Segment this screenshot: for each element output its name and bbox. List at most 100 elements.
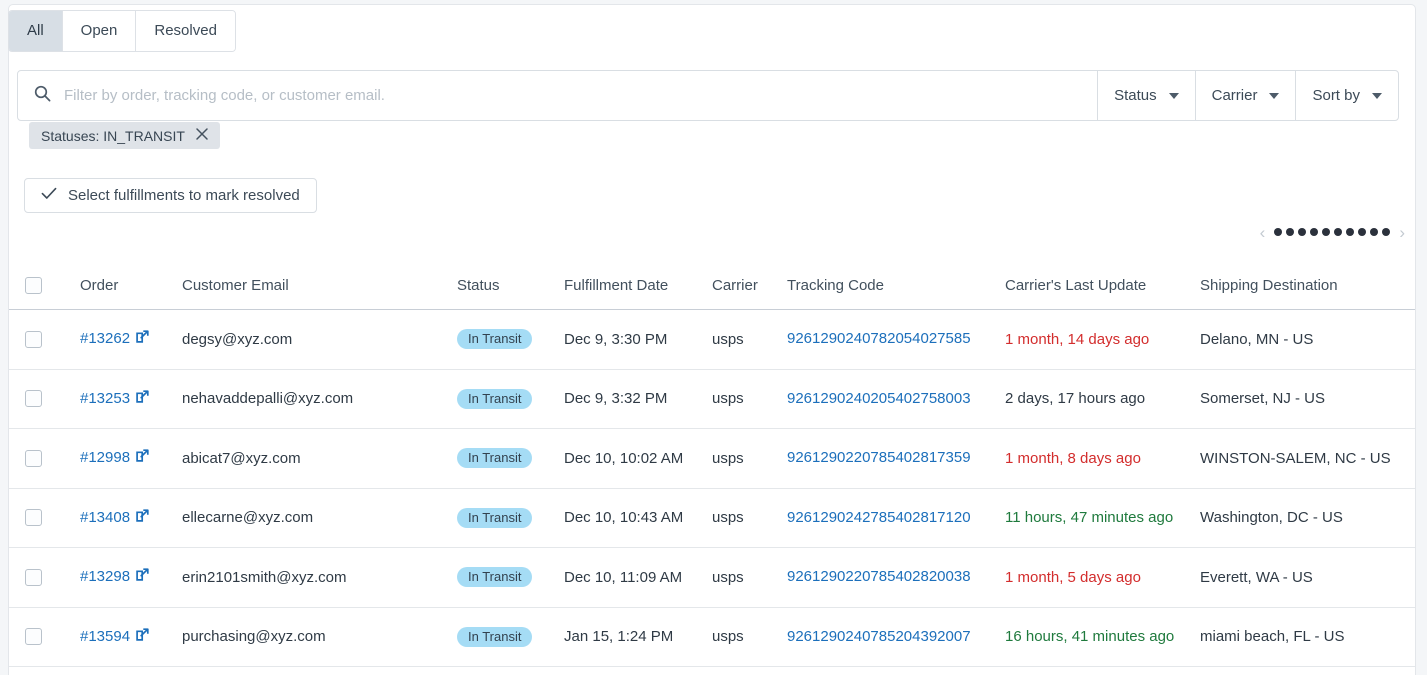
tracking-code-cell: 9261290240205402758003 — [787, 390, 1005, 408]
carriers-last-update-cell: 2 days, 17 hours ago — [1005, 390, 1146, 408]
carrier-cell: usps — [712, 449, 744, 467]
filter-bar: Status Carrier Sort by — [17, 70, 1399, 121]
column-header-tracking-code[interactable]: Tracking Code — [787, 277, 1005, 294]
order-link[interactable]: #13408 — [80, 509, 149, 526]
pagination-dot[interactable] — [1382, 228, 1391, 236]
pagination-dot[interactable] — [1286, 228, 1295, 236]
status-cell: In Transit — [457, 448, 564, 469]
row-select-checkbox[interactable] — [25, 509, 42, 527]
active-filter-chip-label: Statuses: IN_TRANSIT — [41, 127, 185, 144]
status-cell: In Transit — [457, 507, 564, 528]
order-number: #13594 — [80, 627, 131, 645]
status-badge: In Transit — [457, 507, 533, 528]
row-select-cell — [9, 449, 80, 467]
status-filter-dropdown[interactable]: Status — [1097, 71, 1195, 120]
carriers-last-update-cell: 1 month, 14 days ago — [1005, 330, 1150, 348]
chevron-down-icon — [1372, 92, 1382, 99]
fulfillment-date-cell: Dec 9, 3:30 PM — [564, 330, 668, 348]
tracking-code-link[interactable]: 9261290240205402758003 — [787, 390, 971, 407]
row-select-cell — [9, 628, 80, 646]
check-icon — [41, 186, 57, 205]
column-header-order[interactable]: Order — [80, 277, 182, 294]
order-link[interactable]: #13253 — [80, 390, 149, 407]
order-link[interactable]: #13298 — [80, 568, 149, 585]
tab-open[interactable]: Open — [62, 11, 137, 51]
column-header-shipping-destination[interactable]: Shipping Destination — [1200, 277, 1415, 294]
pagination-dot[interactable] — [1370, 228, 1379, 236]
carrier-filter-label: Carrier — [1211, 87, 1258, 104]
order-link[interactable]: #12998 — [80, 449, 149, 466]
customer-email-cell: nehavaddepalli@xyz.com — [182, 390, 354, 408]
table-header-row: Order Customer Email Status Fulfillment … — [9, 262, 1415, 310]
fulfillment-date-cell: Dec 9, 3:32 PM — [564, 390, 668, 408]
pagination-dot[interactable] — [1346, 228, 1355, 236]
pagination-dot[interactable] — [1358, 228, 1367, 236]
tracking-code-link[interactable]: 9261290220785402817359 — [787, 449, 971, 466]
table-row[interactable]: #13298 erin2101smith@xyz.com In Transit Dec… — [9, 548, 1415, 608]
select-all-checkbox[interactable] — [25, 277, 42, 294]
table-row[interactable]: #13594 purchasing@xyz.com In Transit Jan 15… — [9, 608, 1415, 667]
status-cell: In Transit — [457, 626, 564, 647]
customer-email-cell: purchasing@xyz.com — [182, 628, 326, 646]
carrier-cell: usps — [712, 628, 744, 646]
order-cell: #13594 — [80, 628, 182, 646]
carrier-cell: usps — [712, 509, 744, 527]
status-cell: In Transit — [457, 388, 564, 409]
row-select-cell — [9, 509, 80, 527]
column-header-carriers-last-update[interactable]: Carrier's Last Update — [1005, 277, 1200, 294]
row-select-checkbox[interactable] — [25, 330, 42, 348]
carrier-filter-dropdown[interactable]: Carrier — [1194, 71, 1296, 120]
status-badge: In Transit — [457, 567, 533, 588]
row-select-checkbox[interactable] — [25, 449, 42, 467]
column-header-status[interactable]: Status — [457, 277, 564, 294]
status-badge: In Transit — [457, 626, 533, 647]
chevron-left-icon[interactable]: ‹ — [1258, 224, 1268, 241]
column-header-fulfillment-date[interactable]: Fulfillment Date — [564, 277, 712, 294]
carriers-last-update-cell: 16 hours, 41 minutes ago — [1005, 628, 1175, 646]
search-field[interactable] — [18, 71, 1098, 120]
order-number: #12998 — [80, 449, 131, 467]
order-link[interactable]: #13594 — [80, 628, 149, 645]
tab-all[interactable]: All — [9, 11, 63, 51]
carriers-last-update-cell: 11 hours, 47 minutes ago — [1005, 509, 1174, 527]
sort-by-dropdown[interactable]: Sort by — [1295, 71, 1398, 120]
order-cell: #13262 — [80, 330, 182, 348]
column-header-carrier[interactable]: Carrier — [712, 277, 787, 294]
tab-resolved[interactable]: Resolved — [136, 11, 235, 51]
fulfillments-table: Order Customer Email Status Fulfillment … — [9, 262, 1415, 667]
row-select-checkbox[interactable] — [25, 568, 42, 586]
shipping-destination-cell: miami beach, FL - US — [1200, 628, 1345, 646]
table-row[interactable]: #13253 nehavaddepalli@xyz.com In Transit De… — [9, 370, 1415, 429]
external-link-icon — [136, 390, 149, 407]
pagination-dot[interactable] — [1310, 228, 1319, 236]
shipping-destination-cell: Washington, DC - US — [1200, 509, 1343, 527]
tracking-code-link[interactable]: 9261290220785402820038 — [787, 568, 971, 585]
fulfillments-page: AllOpenResolved Status Carrier Sort by — [0, 0, 1427, 675]
chevron-down-icon — [1269, 92, 1280, 99]
tracking-code-link[interactable]: 9261290240782054027585 — [787, 330, 971, 347]
pagination-dot[interactable] — [1322, 228, 1331, 236]
tracking-code-link[interactable]: 9261290240785204392007 — [787, 628, 971, 645]
select-fulfillments-label: Select fulfillments to mark resolved — [68, 187, 300, 204]
select-fulfillments-button[interactable]: Select fulfillments to mark resolved — [24, 178, 317, 213]
external-link-icon — [136, 628, 149, 645]
pagination-dot[interactable] — [1298, 228, 1307, 236]
table-row[interactable]: #13408 ellecarne@xyz.com In Transit Dec 10,… — [9, 489, 1415, 548]
fulfillment-date-cell: Dec 10, 11:09 AM — [564, 568, 683, 586]
tracking-code-link[interactable]: 9261290242785402817120 — [787, 509, 971, 526]
column-header-customer-email[interactable]: Customer Email — [182, 277, 457, 294]
search-input[interactable] — [62, 86, 1098, 105]
row-select-checkbox[interactable] — [25, 390, 42, 408]
pagination-dot[interactable] — [1334, 228, 1343, 236]
chevron-right-icon[interactable]: › — [1397, 224, 1407, 241]
search-icon — [34, 85, 51, 107]
order-cell: #13298 — [80, 568, 182, 586]
table-row[interactable]: #13262 degsy@xyz.com In Transit Dec 9, 3:30… — [9, 310, 1415, 370]
row-select-cell — [9, 330, 80, 348]
table-row[interactable]: #12998 abicat7@xyz.com In Transit Dec 10, 1… — [9, 429, 1415, 489]
fulfillment-date-cell: Dec 10, 10:43 AM — [564, 509, 684, 527]
order-link[interactable]: #13262 — [80, 330, 149, 347]
row-select-checkbox[interactable] — [25, 628, 42, 646]
close-icon[interactable] — [195, 127, 209, 144]
pagination-dot[interactable] — [1274, 228, 1283, 236]
